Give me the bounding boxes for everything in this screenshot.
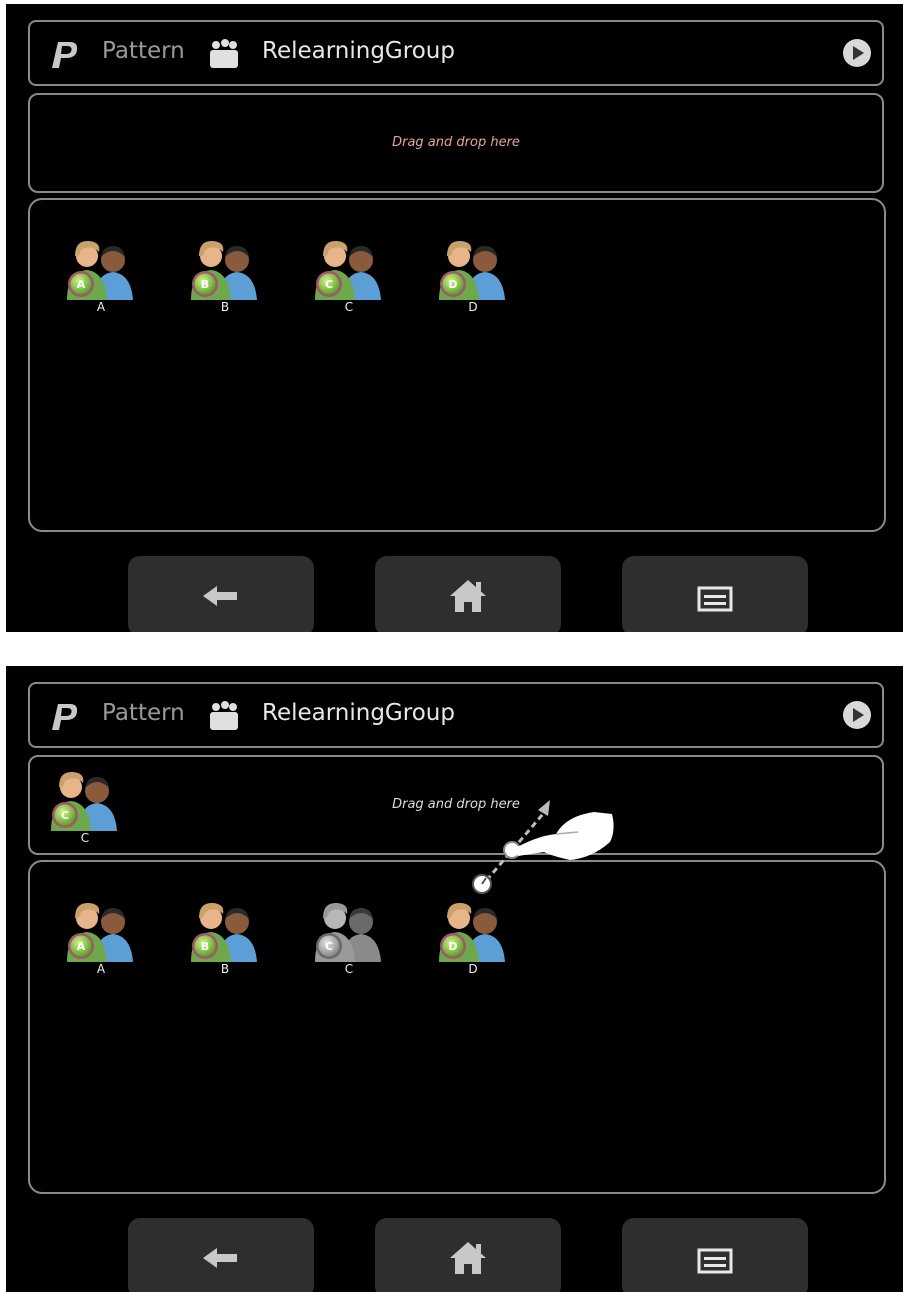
menu-button[interactable]	[622, 1218, 808, 1292]
person-item-d[interactable]: D D	[428, 892, 518, 992]
home-button[interactable]	[375, 1218, 561, 1292]
person-item-c[interactable]: C C	[304, 230, 394, 330]
person-item-c-disabled: C C	[304, 892, 394, 992]
p-logo-icon	[52, 42, 78, 68]
person-label: C	[344, 962, 354, 976]
person-label: B	[220, 300, 230, 314]
play-circle-icon[interactable]	[842, 700, 872, 730]
person-icon: A	[67, 902, 133, 962]
back-arrow-icon	[203, 586, 237, 606]
play-circle-icon[interactable]	[842, 38, 872, 68]
person-icon: C	[315, 902, 381, 962]
screen-before-drag: Pattern RelearningGroup Drag and drop he…	[6, 4, 903, 632]
svg-text:A: A	[77, 940, 86, 953]
person-icon: A	[67, 240, 133, 300]
svg-text:D: D	[448, 940, 457, 953]
person-icon: C	[315, 240, 381, 300]
svg-text:C: C	[325, 940, 333, 953]
person-pool: A A B B C C D D	[28, 198, 886, 532]
home-button[interactable]	[375, 556, 561, 632]
person-icon: D	[439, 240, 505, 300]
svg-text:C: C	[325, 278, 333, 291]
person-label: A	[96, 300, 106, 314]
person-icon: D	[439, 902, 505, 962]
svg-text:A: A	[77, 278, 86, 291]
back-button[interactable]	[128, 556, 314, 632]
person-item-a[interactable]: A A	[56, 892, 146, 992]
header-bar: Pattern RelearningGroup	[28, 682, 884, 748]
drag-hand-icon	[472, 800, 614, 894]
drop-zone[interactable]: Drag and drop here	[28, 93, 884, 193]
home-icon	[450, 580, 486, 612]
person-label: B	[220, 962, 230, 976]
svg-text:B: B	[201, 940, 209, 953]
back-arrow-icon	[203, 1248, 237, 1268]
person-icon: B	[191, 240, 257, 300]
drop-zone-label: Drag and drop here	[392, 135, 520, 150]
group-icon	[210, 701, 238, 730]
header-group-name: RelearningGroup	[262, 700, 455, 726]
person-pool: A A B B C C D D	[28, 860, 886, 1194]
home-icon	[450, 1242, 486, 1274]
back-button[interactable]	[128, 1218, 314, 1292]
menu-icon	[697, 586, 733, 612]
svg-text:D: D	[448, 278, 457, 291]
person-icon: B	[191, 902, 257, 962]
p-logo-icon	[52, 704, 78, 730]
person-label: C	[344, 300, 354, 314]
drop-zone-label: Drag and drop here	[392, 797, 520, 812]
header-pattern-label: Pattern	[102, 700, 185, 726]
person-label: C	[80, 831, 90, 845]
menu-button[interactable]	[622, 556, 808, 632]
svg-text:B: B	[201, 278, 209, 291]
person-item-a[interactable]: A A	[56, 230, 146, 330]
person-item-b[interactable]: B B	[180, 230, 270, 330]
person-label: A	[96, 962, 106, 976]
header-bar: Pattern RelearningGroup	[28, 20, 884, 86]
group-icon	[210, 39, 238, 68]
header-pattern-label: Pattern	[102, 38, 185, 64]
person-item-d[interactable]: D D	[428, 230, 518, 330]
menu-icon	[697, 1248, 733, 1274]
screen-after-drag: Pattern RelearningGroup C C Drag and dro…	[6, 666, 903, 1292]
person-label: D	[468, 962, 478, 976]
drop-zone[interactable]: C C Drag and drop here	[28, 755, 884, 855]
person-label: D	[468, 300, 478, 314]
header-group-name: RelearningGroup	[262, 38, 455, 64]
person-item-b[interactable]: B B	[180, 892, 270, 992]
